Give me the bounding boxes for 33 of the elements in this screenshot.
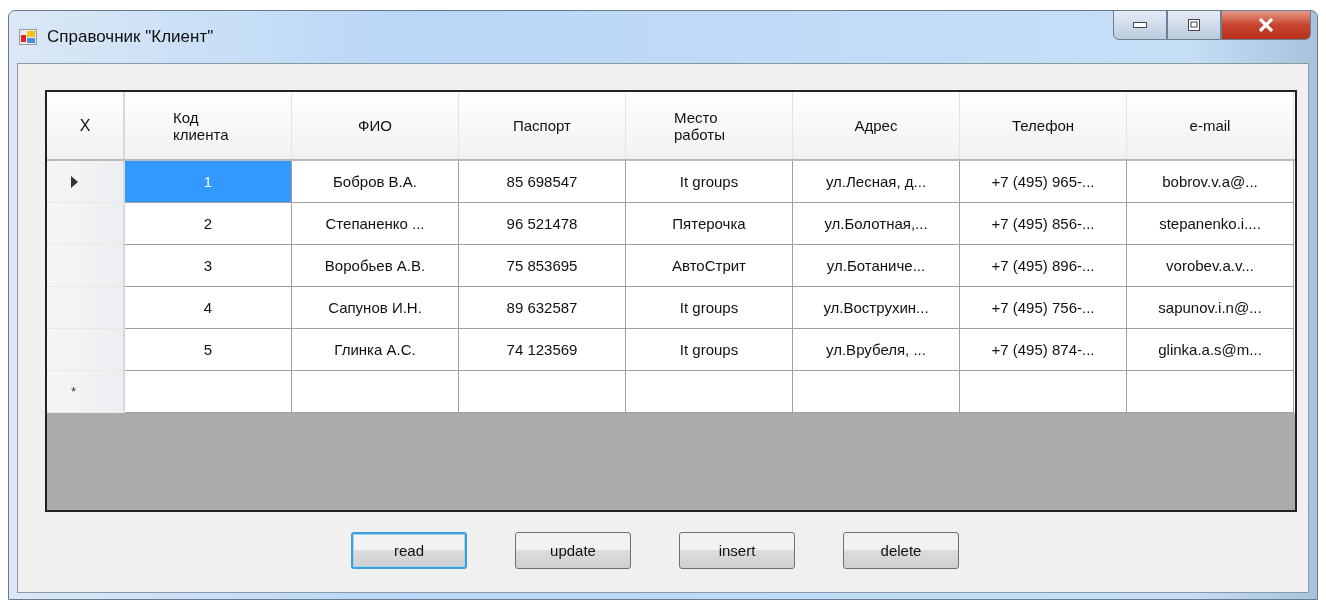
row-header[interactable] <box>47 161 125 203</box>
column-header[interactable]: Адрес <box>793 92 960 159</box>
action-button[interactable]: read <box>351 532 467 569</box>
close-icon <box>1258 18 1274 32</box>
column-header[interactable]: X <box>47 92 125 159</box>
table-cell[interactable] <box>960 371 1127 413</box>
minimize-button[interactable] <box>1113 10 1167 40</box>
row-header[interactable] <box>47 329 125 371</box>
column-header[interactable]: e-mail <box>1127 92 1294 159</box>
app-icon <box>19 29 37 45</box>
row-header[interactable]: * <box>47 371 125 413</box>
window-title: Справочник "Клиент" <box>47 27 214 47</box>
column-header[interactable]: Код клиента <box>125 92 292 159</box>
table-cell[interactable] <box>459 371 626 413</box>
row-header[interactable] <box>47 245 125 287</box>
action-button[interactable]: insert <box>679 532 795 569</box>
column-header[interactable]: Телефон <box>960 92 1127 159</box>
row-header[interactable] <box>47 287 125 329</box>
table-cell[interactable] <box>626 371 793 413</box>
column-header[interactable]: ФИО <box>292 92 459 159</box>
maximize-icon <box>1188 19 1200 31</box>
table-cell[interactable] <box>793 371 960 413</box>
minimize-icon <box>1133 22 1147 28</box>
maximize-button[interactable] <box>1167 10 1221 40</box>
table-cell[interactable] <box>292 371 459 413</box>
column-header[interactable]: Паспорт <box>459 92 626 159</box>
action-button[interactable]: update <box>515 532 631 569</box>
row-header[interactable] <box>47 203 125 245</box>
action-button[interactable]: delete <box>843 532 959 569</box>
close-button[interactable] <box>1221 10 1311 40</box>
table-cell[interactable] <box>125 371 292 413</box>
column-header[interactable]: Место работы <box>626 92 793 159</box>
table-cell[interactable] <box>1127 371 1294 413</box>
